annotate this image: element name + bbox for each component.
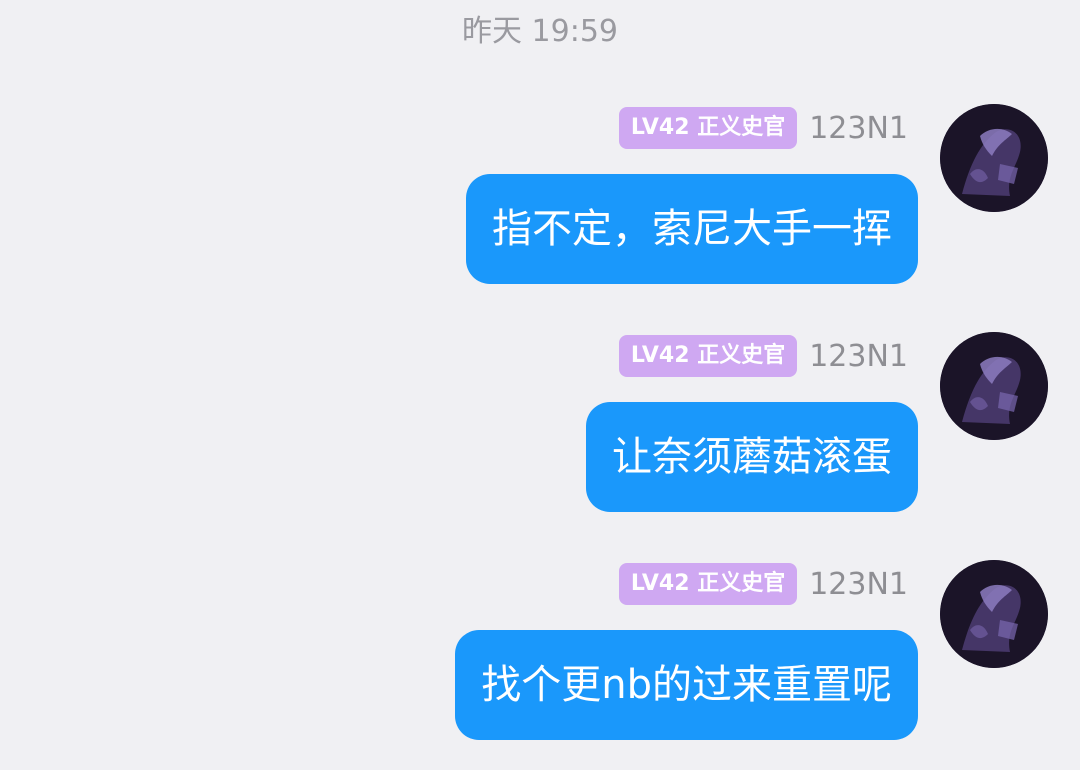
chat-message: LV42 正义史官 123N1 让奈须蘑菇滚蛋 [0,332,1080,542]
level-badge: LV42 正义史官 [618,107,798,149]
level-badge: LV42 正义史官 [618,335,798,377]
sender-username[interactable]: 123N1 [809,339,908,374]
user-avatar[interactable] [940,104,1048,212]
chat-message: LV42 正义史官 123N1 找个更nb的过来重置呢 [0,560,1080,770]
chat-timestamp: 昨天 19:59 [462,14,618,49]
message-bubble[interactable]: 指不定，索尼大手一挥 [466,174,918,284]
chat-message: LV42 正义史官 123N1 指不定，索尼大手一挥 [0,104,1080,314]
level-badge: LV42 正义史官 [618,563,798,605]
sender-username[interactable]: 123N1 [809,111,908,146]
user-avatar[interactable] [940,332,1048,440]
avatar-image-icon [940,560,1048,668]
user-avatar[interactable] [940,560,1048,668]
message-header: LV42 正义史官 123N1 [618,106,908,150]
message-header: LV42 正义史官 123N1 [618,562,908,606]
avatar-image-icon [940,104,1048,212]
message-bubble[interactable]: 让奈须蘑菇滚蛋 [586,402,918,512]
avatar-image-icon [940,332,1048,440]
sender-username[interactable]: 123N1 [809,567,908,602]
message-bubble[interactable]: 找个更nb的过来重置呢 [455,630,918,740]
message-header: LV42 正义史官 123N1 [618,334,908,378]
